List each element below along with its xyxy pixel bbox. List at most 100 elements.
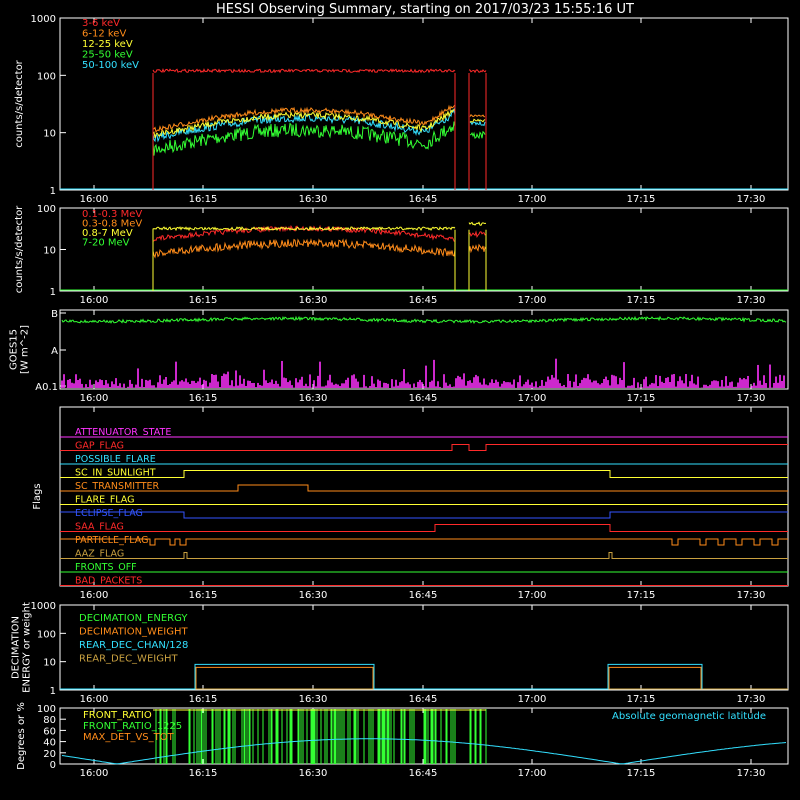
y-tick-label: 60: [43, 726, 56, 737]
flag-line: [60, 538, 788, 546]
legend-entry: REAR_DEC_CHAN/128: [79, 640, 188, 651]
x-tick-label: 16:00: [80, 194, 109, 205]
series-line: [469, 130, 486, 140]
x-tick-label: 16:30: [299, 295, 328, 306]
x-tick-label: 17:30: [737, 694, 766, 705]
flag-line: [60, 552, 788, 559]
x-tick-label: 17:30: [737, 295, 766, 306]
y-tick-label: 100: [37, 704, 56, 715]
x-tick-label: 17:00: [518, 768, 547, 779]
flag-label: PARTICLE_FLAG: [75, 535, 148, 546]
series-line: [468, 221, 487, 226]
series-line: [152, 68, 456, 74]
y-axis-label: DECIMATION: [11, 616, 22, 679]
y-tick-label: A: [51, 346, 58, 357]
y-tick-label: A0.1: [35, 382, 58, 393]
y-tick-label: 1: [50, 686, 56, 697]
y-axis-label: Degrees or %: [16, 702, 27, 770]
x-tick-label: 17:15: [627, 393, 656, 404]
x-tick-label: 17:00: [518, 295, 547, 306]
x-tick-label: 16:45: [409, 694, 438, 705]
flag-label: BAD_PACKETS: [75, 576, 142, 587]
y-tick-label: 100: [37, 204, 56, 215]
legend-entry: 25-50 keV: [82, 50, 133, 61]
x-tick-label: 17:30: [737, 590, 766, 601]
y-tick-label: 80: [43, 715, 56, 726]
flag-label: ECLIPSE_FLAG: [75, 508, 143, 519]
flag-line: [60, 470, 788, 478]
legend-entry: 12-25 keV: [82, 39, 133, 50]
x-tick-label: 16:30: [299, 590, 328, 601]
x-tick-label: 17:00: [518, 590, 547, 601]
legend-entry: REAR_DEC_WEIGHT: [79, 654, 178, 665]
flag-label: SC_TRANSMITTER: [75, 481, 160, 492]
observing-summary-chart: HESSI Observing Summary, starting on 201…: [9, 2, 789, 779]
y-tick-label: 20: [43, 749, 56, 760]
x-tick-label: 16:45: [409, 295, 438, 306]
panel-ratio: 16:00 16:15 16:30 16:45 17:00 17:15 17:30 02040…: [16, 702, 789, 779]
series-line: [468, 243, 487, 254]
x-tick-label: 17:30: [737, 768, 766, 779]
geomagnetic-latitude-label: Absolute geomagnetic latitude: [612, 711, 766, 722]
legend-entry: DECIMATION_WEIGHT: [79, 627, 188, 638]
x-tick-label: 17:00: [518, 393, 547, 404]
y-tick-label: 1000: [31, 14, 56, 25]
y-axis-label: counts/s/detector: [14, 205, 25, 293]
panel-low-energy-frame: [59, 17, 789, 191]
legend-entry: 7-20 MeV: [82, 238, 130, 249]
flag-line: [60, 511, 788, 519]
x-tick-label: 16:30: [299, 194, 328, 205]
y-tick-label: B: [51, 309, 58, 320]
flag-line: [60, 484, 788, 492]
panel-high-energy: 16:00 16:15 16:30 16:45 17:00 17:15 17:30 1 10 10…: [14, 204, 789, 306]
panel-goes: 16:00 16:15 16:30 16:45 17:00 17:15 17:30 A0.1 A…: [9, 309, 789, 404]
y-axis-label: [W m^-2]: [20, 325, 31, 374]
x-tick-label: 16:00: [80, 768, 109, 779]
x-tick-label: 17:15: [627, 694, 656, 705]
y-tick-label: 10: [43, 129, 56, 140]
x-tick-label: 16:45: [409, 194, 438, 205]
series-line: [469, 118, 486, 123]
legend-entry: FRONT_RATIO: [83, 710, 152, 721]
x-tick-label: 17:15: [627, 590, 656, 601]
x-tick-label: 16:15: [189, 590, 218, 601]
flag-label: SAA_FLAG: [75, 522, 124, 533]
rear-dec-line: [60, 663, 703, 690]
x-tick-label: 17:00: [518, 694, 547, 705]
x-tick-label: 17:00: [518, 194, 547, 205]
flag-label: GAP_FLAG: [75, 441, 124, 452]
y-tick-label: 10: [43, 658, 56, 669]
x-tick-label: 16:00: [80, 694, 109, 705]
chart-title: HESSI Observing Summary, starting on 201…: [216, 2, 634, 17]
x-tick-label: 16:30: [299, 393, 328, 404]
dec-weight-line: [195, 666, 702, 689]
flag-label: FLARE_FLAG: [75, 495, 135, 506]
x-tick-label: 16:30: [299, 768, 328, 779]
x-tick-label: 16:15: [189, 194, 218, 205]
x-tick-label: 16:45: [409, 590, 438, 601]
x-tick-label: 16:15: [189, 295, 218, 306]
legend-entry: DECIMATION_ENERGY: [79, 613, 188, 624]
x-tick-label: 16:45: [409, 768, 438, 779]
series-line: [469, 114, 486, 118]
panel-low-energy: 16:00 16:15 16:30 16:45 17:00 17:15 17:30 1 10 10…: [14, 14, 789, 205]
y-tick-label: 100: [37, 71, 56, 82]
series-line: [468, 69, 487, 74]
y-tick-label: 40: [43, 738, 56, 749]
x-tick-label: 17:30: [737, 194, 766, 205]
flag-label: FRONTS_OFF: [75, 562, 137, 573]
y-axis-label: Flags: [32, 483, 43, 509]
y-axis-label: GOES15: [9, 329, 20, 370]
x-tick-label: 17:15: [627, 768, 656, 779]
panel-decimation: 16:00 16:15 16:30 16:45 17:00 17:15 17:30 1 10 10…: [11, 601, 789, 705]
y-tick-label: 1: [50, 287, 56, 298]
y-tick-label: 1: [50, 186, 56, 197]
x-tick-label: 16:00: [80, 393, 109, 404]
x-tick-label: 16:30: [299, 694, 328, 705]
series-line: [468, 230, 487, 239]
x-tick-label: 16:45: [409, 393, 438, 404]
legend-entry: 50-100 keV: [82, 60, 139, 71]
legend-entry: MAX_DET_VS_TOT: [83, 732, 175, 743]
flag-label: ATTENUATOR_STATE: [75, 427, 171, 438]
y-tick-label: 0: [50, 760, 56, 771]
